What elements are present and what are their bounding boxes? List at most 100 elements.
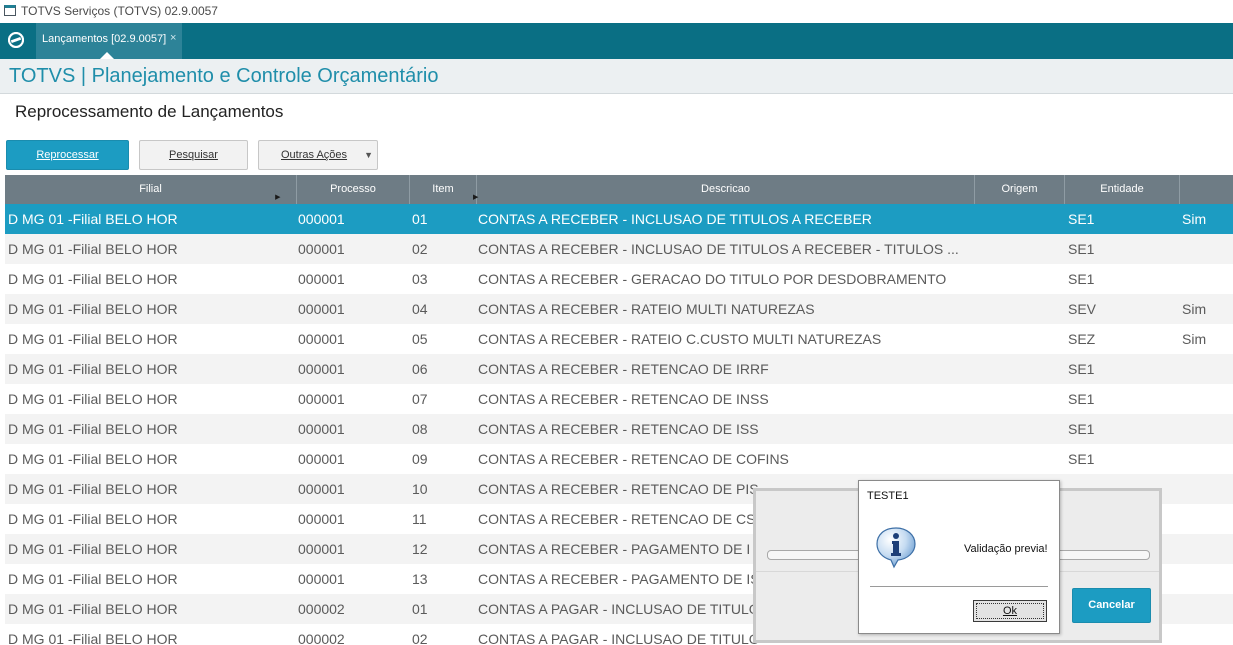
tab-label: Lançamentos [02.9.0057] xyxy=(42,33,167,45)
cell-filial: D MG 01 -Filial BELO HOR xyxy=(8,271,178,287)
column-header-origem[interactable]: Origem xyxy=(975,175,1065,204)
cell-processo: 000001 xyxy=(298,391,345,407)
table-row[interactable]: D MG 01 -Filial BELO HOR 000001 04 CONTAS A… xyxy=(5,294,1233,324)
outras-acoes-button[interactable]: Outras Ações ▼ xyxy=(258,140,378,170)
cell-processo: 000001 xyxy=(298,211,345,227)
column-header-entidade[interactable]: Entidade xyxy=(1065,175,1180,204)
cell-filial: D MG 01 -Filial BELO HOR xyxy=(8,631,178,645)
cell-entidade: SE1 xyxy=(1068,391,1095,407)
table-row[interactable]: D MG 01 -Filial BELO HOR 000001 03 CONTAS A… xyxy=(5,264,1233,294)
table-row[interactable]: D MG 01 -Filial BELO HOR 000001 08 CONTAS A… xyxy=(5,414,1233,444)
cell-processo: 000001 xyxy=(298,481,345,497)
cell-processo: 000001 xyxy=(298,511,345,527)
cell-extra: Sim xyxy=(1182,331,1207,347)
module-header: TOTVS | Planejamento e Controle Orçament… xyxy=(0,59,1233,94)
cell-processo: 000001 xyxy=(298,331,345,347)
cell-filial: D MG 01 -Filial BELO HOR xyxy=(8,301,178,317)
table-row[interactable]: D MG 01 -Filial BELO HOR 000001 05 CONTAS A… xyxy=(5,324,1233,354)
cell-descricao: CONTAS A RECEBER - RATEIO MULTI NATUREZA… xyxy=(478,301,815,317)
cancel-button[interactable]: Cancelar xyxy=(1072,588,1151,623)
cell-descricao: CONTAS A RECEBER - INCLUSAO DE TITULOS A… xyxy=(478,241,959,257)
cell-processo: 000002 xyxy=(298,601,345,617)
cell-filial: D MG 01 -Filial BELO HOR xyxy=(8,451,178,467)
message-divider xyxy=(870,586,1048,587)
table-row[interactable]: D MG 01 -Filial BELO HOR 000001 01 CONTAS A… xyxy=(5,204,1233,234)
cell-item: 02 xyxy=(412,631,428,645)
column-header-filial[interactable]: Filial xyxy=(5,175,297,204)
focus-ring xyxy=(976,603,1044,619)
tab-close-icon[interactable]: × xyxy=(170,32,176,44)
outras-acoes-label: Outras Ações xyxy=(281,149,348,161)
column-header-descricao-label: Descricao xyxy=(701,183,750,195)
cell-item: 12 xyxy=(412,541,428,557)
pesquisar-label: Pesquisar xyxy=(169,149,218,161)
cell-descricao: CONTAS A RECEBER - RETENCAO DE ISS xyxy=(478,421,759,437)
cell-descricao: CONTAS A RECEBER - INCLUSAO DE TITULOS A… xyxy=(478,211,872,227)
cell-item: 04 xyxy=(412,301,428,317)
message-box: TESTE1 Validação previa! Ok xyxy=(858,480,1060,634)
cell-processo: 000001 xyxy=(298,541,345,557)
cell-entidade: SE1 xyxy=(1068,361,1095,377)
column-header-item[interactable]: Item xyxy=(410,175,477,204)
window-title: TOTVS Serviços (TOTVS) 02.9.0057 xyxy=(21,4,218,18)
info-icon xyxy=(876,527,916,569)
cell-descricao: CONTAS A RECEBER - RETENCAO DE IRRF xyxy=(478,361,769,377)
cell-filial: D MG 01 -Filial BELO HOR xyxy=(8,331,178,347)
cell-extra: Sim xyxy=(1182,301,1207,317)
message-text: Validação previa! xyxy=(964,543,1048,555)
reprocessar-button[interactable]: Reprocessar xyxy=(6,140,129,170)
module-title: TOTVS | Planejamento e Controle Orçament… xyxy=(9,65,439,87)
cell-processo: 000001 xyxy=(298,421,345,437)
reprocessar-label: Reprocessar xyxy=(36,149,99,161)
cell-processo: 000002 xyxy=(298,631,345,645)
cell-processo: 000001 xyxy=(298,241,345,257)
table-row[interactable]: D MG 01 -Filial BELO HOR 000001 09 CONTAS A… xyxy=(5,444,1233,474)
cell-filial: D MG 01 -Filial BELO HOR xyxy=(8,481,178,497)
grid-header: Filial ▶ Processo Item ▶ Descricao Origem … xyxy=(5,175,1233,204)
cell-processo: 000001 xyxy=(298,271,345,287)
cell-filial: D MG 01 -Filial BELO HOR xyxy=(8,241,178,257)
ok-button[interactable]: Ok xyxy=(973,600,1047,622)
cell-entidade: SEZ xyxy=(1068,331,1096,347)
tab-lancamentos[interactable]: Lançamentos [02.9.0057] × xyxy=(36,23,182,59)
cell-filial: D MG 01 -Filial BELO HOR xyxy=(8,361,178,377)
cell-entidade: SE1 xyxy=(1068,421,1095,437)
totvs-logo-icon[interactable] xyxy=(8,32,24,48)
cell-processo: 000001 xyxy=(298,361,345,377)
cell-item: 01 xyxy=(412,211,428,227)
cell-item: 06 xyxy=(412,361,428,377)
page-title: Reprocessamento de Lançamentos xyxy=(15,102,284,121)
cell-item: 10 xyxy=(412,481,428,497)
table-row[interactable]: D MG 01 -Filial BELO HOR 000001 07 CONTAS A… xyxy=(5,384,1233,414)
cell-descricao: CONTAS A RECEBER - GERACAO DO TITULO POR… xyxy=(478,271,947,287)
cell-entidade: SE1 xyxy=(1068,271,1095,287)
cell-item: 09 xyxy=(412,451,428,467)
cell-filial: D MG 01 -Filial BELO HOR xyxy=(8,601,178,617)
cell-item: 08 xyxy=(412,421,428,437)
cell-filial: D MG 01 -Filial BELO HOR xyxy=(8,211,178,227)
column-header-processo-label: Processo xyxy=(330,183,376,195)
tab-active-indicator xyxy=(100,52,114,59)
cell-item: 07 xyxy=(412,391,428,407)
cell-processo: 000001 xyxy=(298,301,345,317)
cell-descricao: CONTAS A RECEBER - RATEIO C.CUSTO MULTI … xyxy=(478,331,882,347)
cell-item: 03 xyxy=(412,271,428,287)
table-row[interactable]: D MG 01 -Filial BELO HOR 000001 06 CONTAS A… xyxy=(5,354,1233,384)
cell-filial: D MG 01 -Filial BELO HOR xyxy=(8,571,178,587)
column-header-extra[interactable] xyxy=(1180,175,1233,204)
cell-item: 02 xyxy=(412,241,428,257)
tab-bar: Lançamentos [02.9.0057] × xyxy=(0,23,1233,59)
dropdown-arrow-icon: ▼ xyxy=(364,150,373,160)
table-row[interactable]: D MG 01 -Filial BELO HOR 000001 02 CONTAS A… xyxy=(5,234,1233,264)
cell-filial: D MG 01 -Filial BELO HOR xyxy=(8,391,178,407)
cell-processo: 000001 xyxy=(298,451,345,467)
cell-item: 13 xyxy=(412,571,428,587)
window-titlebar: TOTVS Serviços (TOTVS) 02.9.0057 xyxy=(0,0,1233,23)
pesquisar-button[interactable]: Pesquisar xyxy=(139,140,248,170)
cell-filial: D MG 01 -Filial BELO HOR xyxy=(8,541,178,557)
cell-descricao: CONTAS A RECEBER - RETENCAO DE COFINS xyxy=(478,451,789,467)
app-window-icon xyxy=(4,5,16,16)
column-header-processo[interactable]: ▶ Processo xyxy=(275,175,410,204)
column-header-descricao[interactable]: ▶ Descricao xyxy=(473,175,975,204)
cell-item: 11 xyxy=(412,511,427,527)
